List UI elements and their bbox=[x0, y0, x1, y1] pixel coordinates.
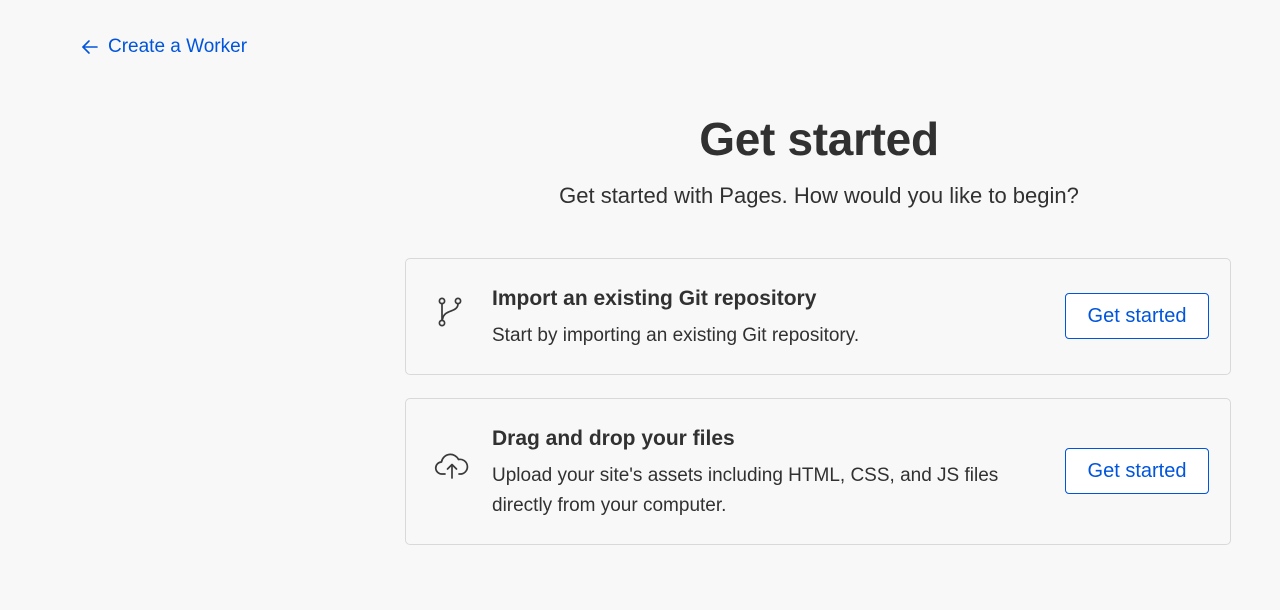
option-card-import-git: Import an existing Git repository Start … bbox=[405, 258, 1231, 375]
back-link-label: Create a Worker bbox=[108, 36, 248, 57]
cloud-upload-icon bbox=[434, 451, 470, 486]
get-started-import-git-button[interactable]: Get started bbox=[1065, 293, 1209, 339]
arrow-left-icon bbox=[80, 37, 100, 57]
option-title: Drag and drop your files bbox=[492, 427, 735, 450]
back-link-create-worker[interactable]: Create a Worker bbox=[80, 36, 247, 58]
option-card-drag-drop: Drag and drop your files Upload your sit… bbox=[405, 398, 1231, 545]
option-description: Upload your site's assets including HTML… bbox=[492, 465, 999, 516]
option-description: Start by importing an existing Git repos… bbox=[492, 325, 860, 346]
option-title: Import an existing Git repository bbox=[492, 287, 817, 310]
git-branch-icon bbox=[434, 295, 466, 334]
page-subtitle: Get started with Pages. How would you li… bbox=[559, 183, 1079, 208]
page-title: Get started bbox=[699, 113, 939, 165]
get-started-drag-drop-button[interactable]: Get started bbox=[1065, 448, 1209, 494]
